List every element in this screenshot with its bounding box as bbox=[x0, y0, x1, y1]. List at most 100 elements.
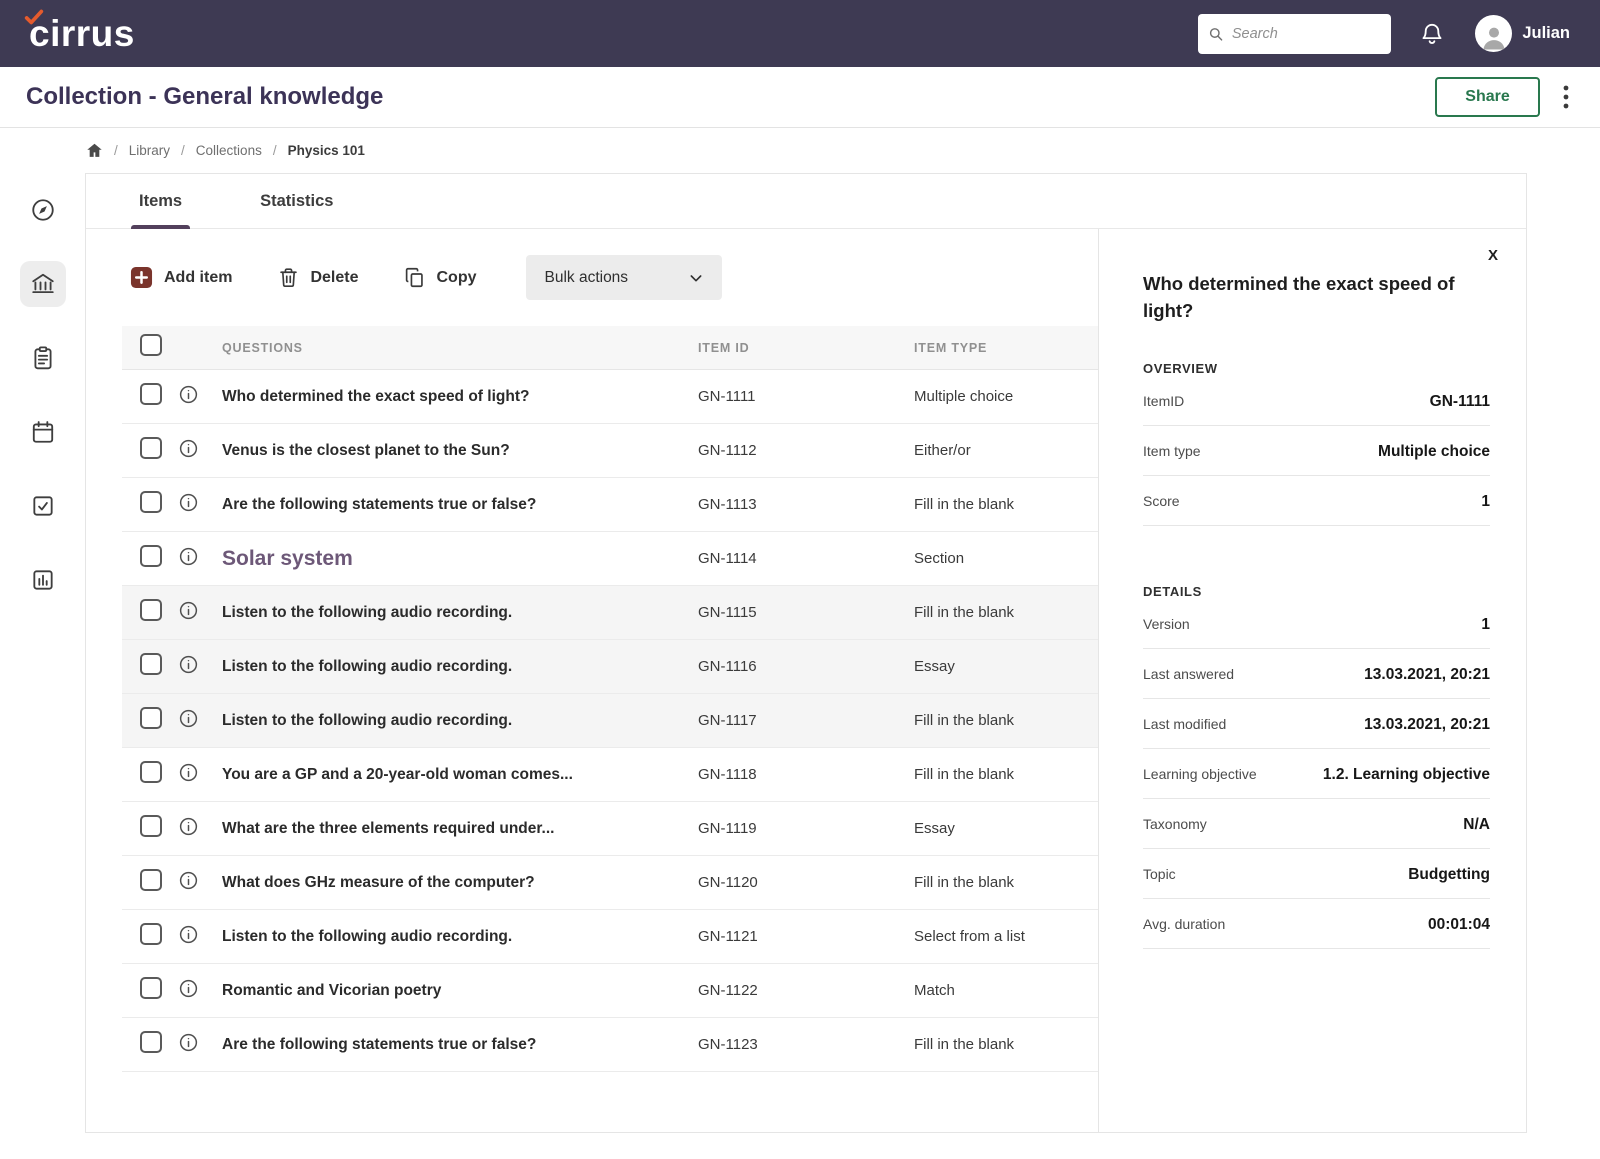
bulk-actions-dropdown[interactable]: Bulk actions bbox=[526, 255, 723, 300]
user-name[interactable]: Julian bbox=[1522, 24, 1570, 43]
info-icon[interactable] bbox=[178, 816, 199, 837]
add-item-button[interactable]: Add item bbox=[130, 266, 232, 289]
info-icon[interactable] bbox=[178, 870, 199, 891]
question-text[interactable]: Listen to the following audio recording. bbox=[222, 658, 512, 675]
more-options-kebab-icon[interactable] bbox=[1558, 80, 1574, 114]
col-item-id[interactable]: ITEM ID bbox=[698, 341, 914, 355]
table-row[interactable]: Romantic and Vicorian poetry GN-1122 Mat… bbox=[122, 964, 1098, 1018]
table-row[interactable]: Who determined the exact speed of light?… bbox=[122, 370, 1098, 424]
question-text[interactable]: Are the following statements true or fal… bbox=[222, 1036, 536, 1053]
item-id: GN-1120 bbox=[698, 874, 758, 891]
item-type: Fill in the blank bbox=[914, 712, 1015, 729]
content-card: Items Statistics Add item Delete Copy Bu… bbox=[85, 173, 1527, 1133]
info-icon[interactable] bbox=[178, 978, 199, 999]
tab-items[interactable]: Items bbox=[131, 174, 191, 229]
home-icon[interactable] bbox=[86, 142, 103, 159]
table-row[interactable]: Listen to the following audio recording.… bbox=[122, 586, 1098, 640]
row-checkbox[interactable] bbox=[140, 383, 162, 405]
row-checkbox[interactable] bbox=[140, 1031, 162, 1053]
sidebar-item-reports[interactable] bbox=[20, 557, 66, 603]
detail-value: GN-1111 bbox=[1429, 392, 1490, 410]
detail-label: Taxonomy bbox=[1143, 815, 1207, 832]
question-text[interactable]: You are a GP and a 20-year-old woman com… bbox=[222, 766, 573, 783]
tab-statistics[interactable]: Statistics bbox=[252, 174, 341, 228]
table-row[interactable]: Are the following statements true or fal… bbox=[122, 1018, 1098, 1072]
breadcrumb-library[interactable]: Library bbox=[129, 143, 170, 158]
table-row[interactable]: What are the three elements required und… bbox=[122, 802, 1098, 856]
info-icon[interactable] bbox=[178, 600, 199, 621]
add-item-label: Add item bbox=[164, 268, 233, 286]
close-icon[interactable]: X bbox=[1488, 247, 1498, 264]
question-text[interactable]: Who determined the exact speed of light? bbox=[222, 388, 529, 405]
table-row[interactable]: You are a GP and a 20-year-old woman com… bbox=[122, 748, 1098, 802]
row-checkbox[interactable] bbox=[140, 815, 162, 837]
row-checkbox[interactable] bbox=[140, 977, 162, 999]
breadcrumb-current: Physics 101 bbox=[287, 143, 365, 158]
breadcrumb-collections[interactable]: Collections bbox=[196, 143, 262, 158]
table-row[interactable]: Listen to the following audio recording.… bbox=[122, 640, 1098, 694]
sidebar-item-marking[interactable] bbox=[20, 483, 66, 529]
detail-row: Avg. duration 00:01:04 bbox=[1143, 899, 1490, 949]
share-button[interactable]: Share bbox=[1435, 77, 1540, 117]
info-icon[interactable] bbox=[178, 762, 199, 783]
delete-button[interactable]: Delete bbox=[278, 267, 358, 288]
copy-label: Copy bbox=[436, 268, 477, 286]
item-id: GN-1114 bbox=[698, 550, 757, 567]
table-row[interactable]: Venus is the closest planet to the Sun? … bbox=[122, 424, 1098, 478]
check-square-icon bbox=[32, 496, 53, 516]
row-checkbox[interactable] bbox=[140, 653, 162, 675]
question-text[interactable]: Listen to the following audio recording. bbox=[222, 604, 512, 621]
table-row[interactable]: Are the following statements true or fal… bbox=[122, 478, 1098, 532]
sidebar-item-schedule[interactable] bbox=[20, 409, 66, 455]
copy-button[interactable]: Copy bbox=[404, 267, 476, 288]
item-type: Section bbox=[914, 550, 965, 567]
search-box bbox=[1198, 13, 1392, 54]
row-checkbox[interactable] bbox=[140, 923, 162, 945]
info-icon[interactable] bbox=[178, 708, 199, 729]
row-checkbox[interactable] bbox=[140, 599, 162, 621]
search-icon bbox=[1210, 27, 1223, 41]
col-item-type[interactable]: ITEM TYPE bbox=[914, 341, 1098, 355]
question-text[interactable]: Solar system bbox=[222, 547, 353, 570]
search-input[interactable] bbox=[1231, 25, 1382, 42]
avatar[interactable] bbox=[1475, 15, 1513, 52]
row-checkbox[interactable] bbox=[140, 545, 162, 567]
table-row[interactable]: Listen to the following audio recording.… bbox=[122, 694, 1098, 748]
overview-list: ItemID GN-1111 Item type Multiple choice… bbox=[1143, 376, 1490, 526]
info-icon[interactable] bbox=[178, 492, 199, 513]
row-checkbox[interactable] bbox=[140, 437, 162, 459]
question-text[interactable]: What does GHz measure of the computer? bbox=[222, 874, 535, 891]
info-icon[interactable] bbox=[178, 1032, 199, 1053]
select-all-checkbox[interactable] bbox=[140, 334, 162, 356]
item-id: GN-1111 bbox=[698, 388, 756, 405]
card-body: Add item Delete Copy Bulk actions QUESTI… bbox=[86, 229, 1526, 1132]
detail-label: Version bbox=[1143, 615, 1190, 632]
sidebar-item-assessments[interactable] bbox=[20, 335, 66, 381]
info-icon[interactable] bbox=[178, 384, 199, 405]
row-checkbox[interactable] bbox=[140, 869, 162, 891]
question-text[interactable]: Romantic and Vicorian poetry bbox=[222, 982, 441, 999]
question-text[interactable]: Listen to the following audio recording. bbox=[222, 712, 512, 729]
row-checkbox[interactable] bbox=[140, 491, 162, 513]
question-text[interactable]: Listen to the following audio recording. bbox=[222, 928, 512, 945]
row-checkbox[interactable] bbox=[140, 707, 162, 729]
notifications-bell-icon[interactable] bbox=[1419, 21, 1445, 47]
question-text[interactable]: What are the three elements required und… bbox=[222, 820, 554, 837]
table-row[interactable]: Solar system GN-1114 Section bbox=[122, 532, 1098, 586]
info-icon[interactable] bbox=[178, 924, 199, 945]
info-icon[interactable] bbox=[178, 546, 199, 567]
info-icon[interactable] bbox=[178, 438, 199, 459]
info-icon[interactable] bbox=[178, 654, 199, 675]
compass-icon bbox=[31, 199, 54, 221]
sidebar-item-compass[interactable] bbox=[20, 187, 66, 233]
col-questions[interactable]: QUESTIONS bbox=[222, 341, 698, 355]
cirrus-logo[interactable]: cirrus bbox=[24, 9, 135, 52]
table-row[interactable]: Listen to the following audio recording.… bbox=[122, 910, 1098, 964]
details-list: Version 1 Last answered 13.03.2021, 20:2… bbox=[1143, 599, 1490, 949]
item-type: Fill in the blank bbox=[914, 604, 1015, 621]
question-text[interactable]: Venus is the closest planet to the Sun? bbox=[222, 442, 510, 459]
table-row[interactable]: What does GHz measure of the computer? G… bbox=[122, 856, 1098, 910]
row-checkbox[interactable] bbox=[140, 761, 162, 783]
question-text[interactable]: Are the following statements true or fal… bbox=[222, 496, 536, 513]
sidebar-item-collections[interactable] bbox=[19, 261, 66, 307]
